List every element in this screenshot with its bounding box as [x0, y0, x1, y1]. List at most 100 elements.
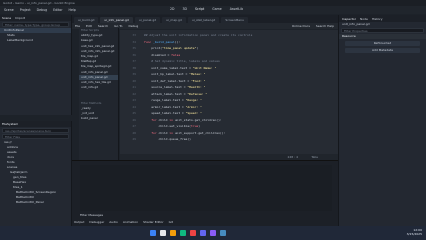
line-number: 43: [132, 98, 136, 102]
tab-scene[interactable]: Scene: [2, 16, 11, 20]
inspector-file: unit_info_panel.gd: [342, 22, 370, 26]
code-line[interactable]: unit_name_label.text = "Unit Name: ": [144, 66, 216, 70]
system-tray-clock[interactable]: 12:00 3/15/2025: [407, 228, 422, 236]
scene-filter-input[interactable]: Filter: name, type:Type, group:Group: [2, 22, 69, 27]
code-line[interactable]: ## Adjust the unit information panel and…: [144, 33, 252, 37]
line-number: 47: [132, 124, 136, 128]
code-line[interactable]: armor_label.text = "Armor: ": [144, 105, 202, 109]
tab-debugger[interactable]: Debugger: [89, 220, 104, 224]
explorer-icon[interactable]: [170, 230, 176, 236]
app-icon[interactable]: [200, 230, 206, 236]
line-number: 36: [132, 52, 136, 57]
code-line[interactable]: disabled = false: [144, 53, 180, 57]
code-editor[interactable]: 33 ## Adjust the unit information panel a…: [120, 30, 338, 154]
code-line[interactable]: # Set dynamic title, labels and values: [144, 59, 220, 63]
line-number: 48: [132, 130, 136, 135]
search-help-link[interactable]: Search Help: [316, 24, 334, 28]
tab-history[interactable]: History: [372, 17, 383, 21]
script-item[interactable]: unit_hex_info_panel.gd: [79, 44, 118, 49]
code-line[interactable]: unit_def_label.text = "Food: ": [144, 79, 205, 83]
tab-filesystem[interactable]: FileSystem: [2, 122, 18, 126]
line-number: 34: [132, 39, 136, 44]
line-number: 45: [132, 111, 136, 115]
workspace-switcher: 2D 3D Script Game AssetLib: [170, 7, 243, 11]
line-number: 35: [132, 46, 136, 50]
code-line[interactable]: range_label.text = "Range: ": [144, 98, 202, 102]
code-line[interactable]: print("time_panel update"): [144, 46, 198, 50]
line-number: 49: [132, 137, 136, 141]
tab-animation[interactable]: Animation: [123, 220, 138, 224]
line-number: 42: [132, 91, 136, 96]
inspector-section-resource[interactable]: Resource: [339, 34, 426, 39]
scene-dock: Scene Import Filter: name, type:Type, gr…: [0, 15, 72, 115]
taskbar-apps: [150, 230, 230, 236]
filesystem-dock: FileSystem res://sprites/scenes/scene.ts…: [0, 121, 72, 226]
add-metadata-button[interactable]: Add Metadata: [345, 48, 420, 53]
app-icon[interactable]: [210, 230, 216, 236]
tab-import[interactable]: Import: [15, 16, 25, 20]
tray-date: 3/15/2025: [406, 232, 422, 236]
workspace-2d[interactable]: 2D: [170, 7, 174, 11]
line-number: 37: [132, 59, 136, 63]
window-title: Godot - Gemo - ui_info_panel.gd - Godot …: [3, 1, 75, 5]
godot-icon[interactable]: [220, 230, 226, 236]
tab-git[interactable]: Git: [169, 220, 173, 224]
file-item[interactable]: BattleUnitUI_Panel: [0, 200, 71, 205]
code-line[interactable]: for child in unit_support.get_children()…: [144, 131, 225, 135]
tab-output[interactable]: Output: [74, 220, 84, 224]
workspace-assetlib[interactable]: AssetLib: [230, 7, 243, 11]
browser-icon[interactable]: [180, 230, 186, 236]
line-number: 41: [132, 85, 136, 89]
menu-help[interactable]: Help: [69, 8, 76, 12]
filesystem-filter-input[interactable]: Filter Files: [2, 134, 69, 139]
code-line[interactable]: source_label.text = "Health: ": [144, 85, 205, 89]
menu-editor[interactable]: Editor: [53, 8, 62, 12]
inspector-tabs: Inspector Node History: [339, 15, 426, 22]
workspace-game[interactable]: Game: [212, 7, 222, 11]
method-list: Filter Methods _ready _init_unit build_p…: [79, 101, 119, 163]
code-line[interactable]: child.queue_free(): [144, 137, 191, 141]
start-icon[interactable]: [150, 230, 156, 236]
script-item[interactable]: unit_info.gd: [79, 85, 118, 90]
filter-messages-input[interactable]: Filter Messages: [80, 213, 103, 217]
workspace-3d[interactable]: 3D: [182, 7, 186, 11]
menu-scene[interactable]: Scene: [4, 8, 14, 12]
code-line[interactable]: for child in unit_stats.get_children():: [144, 118, 221, 122]
code-line[interactable]: child.set_visible(true): [144, 124, 200, 128]
search-icon[interactable]: [160, 230, 166, 236]
workspace-script[interactable]: Script: [195, 7, 204, 11]
line-number: 38: [132, 65, 136, 70]
cursor-position: 248 : 4: [287, 155, 298, 159]
bottom-panel: Filter Messages Output Debugger Audio An…: [72, 160, 338, 226]
app-icon[interactable]: [190, 230, 196, 236]
tab-audio[interactable]: Audio: [109, 220, 118, 224]
online-docs-link[interactable]: Online Docs: [292, 24, 310, 28]
scene-node[interactable]: LabelBackground: [0, 38, 71, 43]
tab-node[interactable]: Node: [360, 17, 368, 21]
tab-shader-editor[interactable]: Shader Editor: [143, 220, 163, 224]
line-number: 44: [132, 104, 136, 109]
code-line[interactable]: func _build_panel():: [144, 40, 180, 44]
filesystem-path-field[interactable]: res://sprites/scenes/scene.tscn: [2, 128, 69, 133]
bottom-panel-tabs: Output Debugger Audio Animation Shader E…: [74, 220, 173, 224]
line-number: 46: [132, 117, 136, 122]
menu-debug[interactable]: Debug: [37, 8, 47, 12]
code-line[interactable]: speed_label.text = "Speed: ": [144, 111, 202, 115]
inspector-filter-input[interactable]: Filter Properties: [341, 28, 424, 33]
line-number: 33: [132, 33, 136, 37]
inspector-dock: Inspector Node History unit_info_panel.g…: [338, 15, 426, 226]
os-taskbar: [0, 226, 426, 240]
code-line[interactable]: attack_label.text = "Defense: ": [144, 92, 207, 96]
script-list: Filter Scripts ability_type.gd base.gd u…: [79, 28, 119, 102]
code-line[interactable]: unit_hp_label.text = "Melee: ": [144, 72, 205, 76]
refcounted-button[interactable]: RefCounted: [345, 41, 420, 46]
indent-mode[interactable]: Tabs: [311, 155, 318, 159]
script-menu-debug[interactable]: Debug: [128, 24, 138, 28]
filesystem-dock-tabs: FileSystem: [0, 121, 71, 127]
line-number: 39: [132, 72, 136, 76]
method-item[interactable]: build_panel: [79, 116, 118, 121]
output-log: [80, 165, 332, 211]
menu-project[interactable]: Project: [20, 8, 31, 12]
editor-tab-bar: ui_build.gd ui_info_panel.gd ui_panel.gd…: [72, 15, 338, 23]
tab-inspector[interactable]: Inspector: [342, 17, 356, 21]
